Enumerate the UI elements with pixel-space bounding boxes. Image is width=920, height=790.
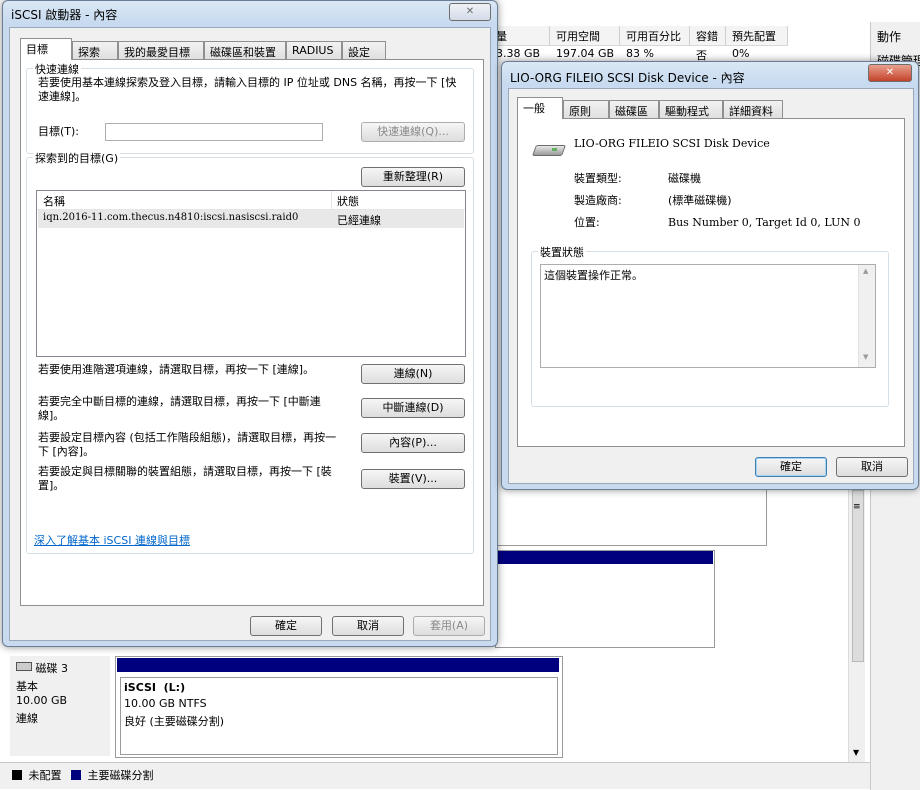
target-input[interactable] — [105, 123, 323, 141]
location-label: 位置: — [574, 216, 600, 229]
tab-radius[interactable]: RADIUS — [286, 41, 342, 60]
disk3-size: 10.00 GB — [16, 694, 68, 707]
learn-more-link[interactable]: 深入了解基本 iSCSI 連線與目標 — [34, 532, 190, 548]
scroll-down-icon[interactable]: ▼ — [863, 353, 868, 361]
device-properties-window: LIO-ORG FILEIO SCSI Disk Device - 內容 ✕ 一… — [501, 61, 919, 490]
target-name: iqn.2016-11.com.thecus.n4810:iscsi.nasis… — [43, 212, 299, 223]
disk3-volume[interactable]: iSCSI (L:) 10.00 GB NTFS 良好 (主要磁碟分割) — [115, 656, 563, 758]
device-window-title: LIO-ORG FILEIO SCSI Disk Device - 內容 — [510, 71, 745, 85]
target-label: 目標(T): — [38, 125, 80, 138]
disk3-volume-body: iSCSI (L:) 10.00 GB NTFS 良好 (主要磁碟分割) — [120, 677, 558, 755]
manufacturer-label: 製造廠商: — [574, 194, 622, 207]
device-type-label: 裝置類型: — [574, 172, 622, 185]
discovered-targets-list[interactable]: 名稱 狀態 iqn.2016-11.com.thecus.n4810:iscsi… — [36, 190, 466, 357]
col-status-header[interactable]: 狀態 — [337, 193, 359, 209]
devices-button[interactable]: 裝置(V)... — [361, 469, 465, 489]
tab-discovery[interactable]: 探索 — [72, 41, 118, 60]
iscsi-client: 目標 探索 我的最愛目標 磁碟區和裝置 RADIUS 設定 快速連線 若要使用基… — [9, 27, 491, 641]
close-icon[interactable]: ✕ — [868, 64, 912, 82]
iscsi-window-title: iSCSI 啟動器 - 內容 — [11, 8, 118, 22]
tab-driver[interactable]: 驅動程式 — [659, 100, 723, 119]
cancel-button[interactable]: 取消 — [836, 457, 908, 477]
disk3-name: 磁碟 3 — [35, 662, 69, 675]
quick-connect-button[interactable]: 快速連線(Q)... — [361, 122, 465, 142]
disk3-info[interactable]: 磁碟 3 基本 10.00 GB 連線 — [10, 656, 110, 756]
quick-connect-desc: 若要使用基本連線探索及登入目標，請輸入目標的 IP 位址或 DNS 名稱，再按一… — [38, 76, 457, 103]
refresh-button[interactable]: 重新整理(R) — [361, 167, 465, 187]
table-row[interactable]: iqn.2016-11.com.thecus.n4810:iscsi.nasis… — [38, 210, 464, 228]
manufacturer-value: (標準磁碟機) — [668, 194, 732, 207]
disk-map-scrollbar[interactable]: ≡ ▼ — [848, 490, 865, 762]
general-tab-page: LIO-ORG FILEIO SCSI Disk Device 裝置類型: 磁碟… — [517, 118, 905, 447]
scroll-thumb[interactable] — [852, 490, 864, 662]
ok-button[interactable]: 確定 — [250, 616, 322, 636]
connect-desc: 若要使用進階選項連線，請選取目標，再按一下 [連線]。 — [38, 363, 315, 376]
ok-button[interactable]: 確定 — [755, 457, 827, 477]
device-status-textbox[interactable]: 這個裝置操作正常。 ▲ ▼ — [540, 264, 876, 368]
cancel-button[interactable]: 取消 — [332, 616, 404, 636]
disk-area-frame — [495, 550, 715, 648]
disk3-status: 連線 — [16, 712, 38, 725]
tab-details[interactable]: 詳細資料 — [723, 100, 783, 119]
disk-icon — [16, 662, 32, 671]
disconnect-desc: 若要完全中斷目標的連線，請選取目標，再按一下 [中斷連線]。 — [38, 395, 321, 422]
actions-header: 動作 — [877, 30, 902, 44]
volume-table-header: 量 可用空間 可用百分比 容錯 預先配置 — [490, 26, 788, 46]
volume-size: 10.00 GB NTFS — [124, 697, 207, 710]
connect-button[interactable]: 連線(N) — [361, 364, 465, 384]
tab-volumes[interactable]: 磁碟區 — [609, 100, 659, 119]
device-client: 一般 原則 磁碟區 驅動程式 詳細資料 LIO-ORG FILEIO SCSI … — [508, 88, 914, 484]
tab-targets[interactable]: 目標 — [20, 38, 72, 60]
targets-tab-page: 快速連線 若要使用基本連線探索及登入目標，請輸入目標的 IP 位址或 DNS 名… — [20, 59, 484, 606]
col-name-header[interactable]: 名稱 — [43, 193, 65, 209]
col-header[interactable]: 預先配置 — [726, 26, 788, 45]
disk3-type: 基本 — [16, 680, 38, 693]
close-icon[interactable]: ✕ — [449, 3, 491, 21]
list-header: 名稱 狀態 — [37, 191, 465, 210]
disk-drive-icon — [531, 141, 567, 156]
legend-row: 未配置 主要磁碟分割 — [12, 767, 154, 783]
properties-button[interactable]: 內容(P)... — [361, 433, 465, 453]
device-status-text: 這個裝置操作正常。 — [544, 269, 643, 282]
tab-favorite-targets[interactable]: 我的最愛目標 — [118, 41, 204, 60]
disk3-volume-bar — [117, 658, 559, 672]
legend-bar: 未配置 主要磁碟分割 — [0, 762, 870, 789]
quick-connect-label: 快速連線 — [33, 61, 81, 77]
scroll-down-icon[interactable]: ▼ — [853, 748, 859, 757]
device-status-label: 裝置狀態 — [538, 244, 586, 260]
device-name: LIO-ORG FILEIO SCSI Disk Device — [574, 137, 770, 150]
device-type-value: 磁碟機 — [668, 172, 701, 185]
col-header[interactable]: 可用百分比 — [620, 26, 690, 45]
col-header[interactable]: 量 — [490, 26, 550, 45]
col-header[interactable]: 容錯 — [690, 26, 726, 45]
iscsi-properties-window: iSCSI 啟動器 - 內容 ✕ 目標 探索 我的最愛目標 磁碟區和裝置 RAD… — [2, 0, 498, 647]
legend-unallocated-swatch — [12, 770, 22, 780]
scroll-grip-icon: ≡ — [853, 502, 861, 512]
col-header[interactable]: 可用空間 — [550, 26, 620, 45]
tab-settings[interactable]: 設定 — [342, 41, 386, 60]
location-value: Bus Number 0, Target Id 0, LUN 0 — [668, 216, 861, 229]
target-status: 已經連線 — [337, 214, 381, 227]
discovered-targets-label: 探索到的目標(G) — [33, 150, 121, 166]
properties-desc: 若要設定目標內容 (包括工作階段組態)，請選取目標，再按一下 [內容]。 — [38, 431, 337, 458]
tab-general[interactable]: 一般 — [517, 97, 563, 119]
devices-desc: 若要設定與目標關聯的裝置組態，請選取目標，再按一下 [裝置]。 — [38, 465, 332, 492]
tab-volumes-devices[interactable]: 磁碟區和裝置 — [204, 41, 286, 60]
col-divider — [331, 191, 332, 209]
scroll-up-icon[interactable]: ▲ — [863, 267, 868, 275]
tab-policies[interactable]: 原則 — [563, 100, 609, 119]
disk3-name-row: 磁碟 3 — [16, 660, 68, 676]
legend-primary: 主要磁碟分割 — [87, 769, 154, 782]
disconnect-button[interactable]: 中斷連線(D) — [361, 398, 465, 418]
legend-unallocated: 未配置 — [28, 769, 62, 782]
volume-name: iSCSI (L:) — [124, 681, 186, 694]
status-scrollbar[interactable]: ▲ ▼ — [858, 265, 875, 367]
disk-area-panel — [495, 490, 767, 546]
volume-status: 良好 (主要磁碟分割) — [124, 715, 225, 728]
apply-button[interactable]: 套用(A) — [413, 616, 485, 636]
legend-primary-swatch — [71, 770, 81, 780]
